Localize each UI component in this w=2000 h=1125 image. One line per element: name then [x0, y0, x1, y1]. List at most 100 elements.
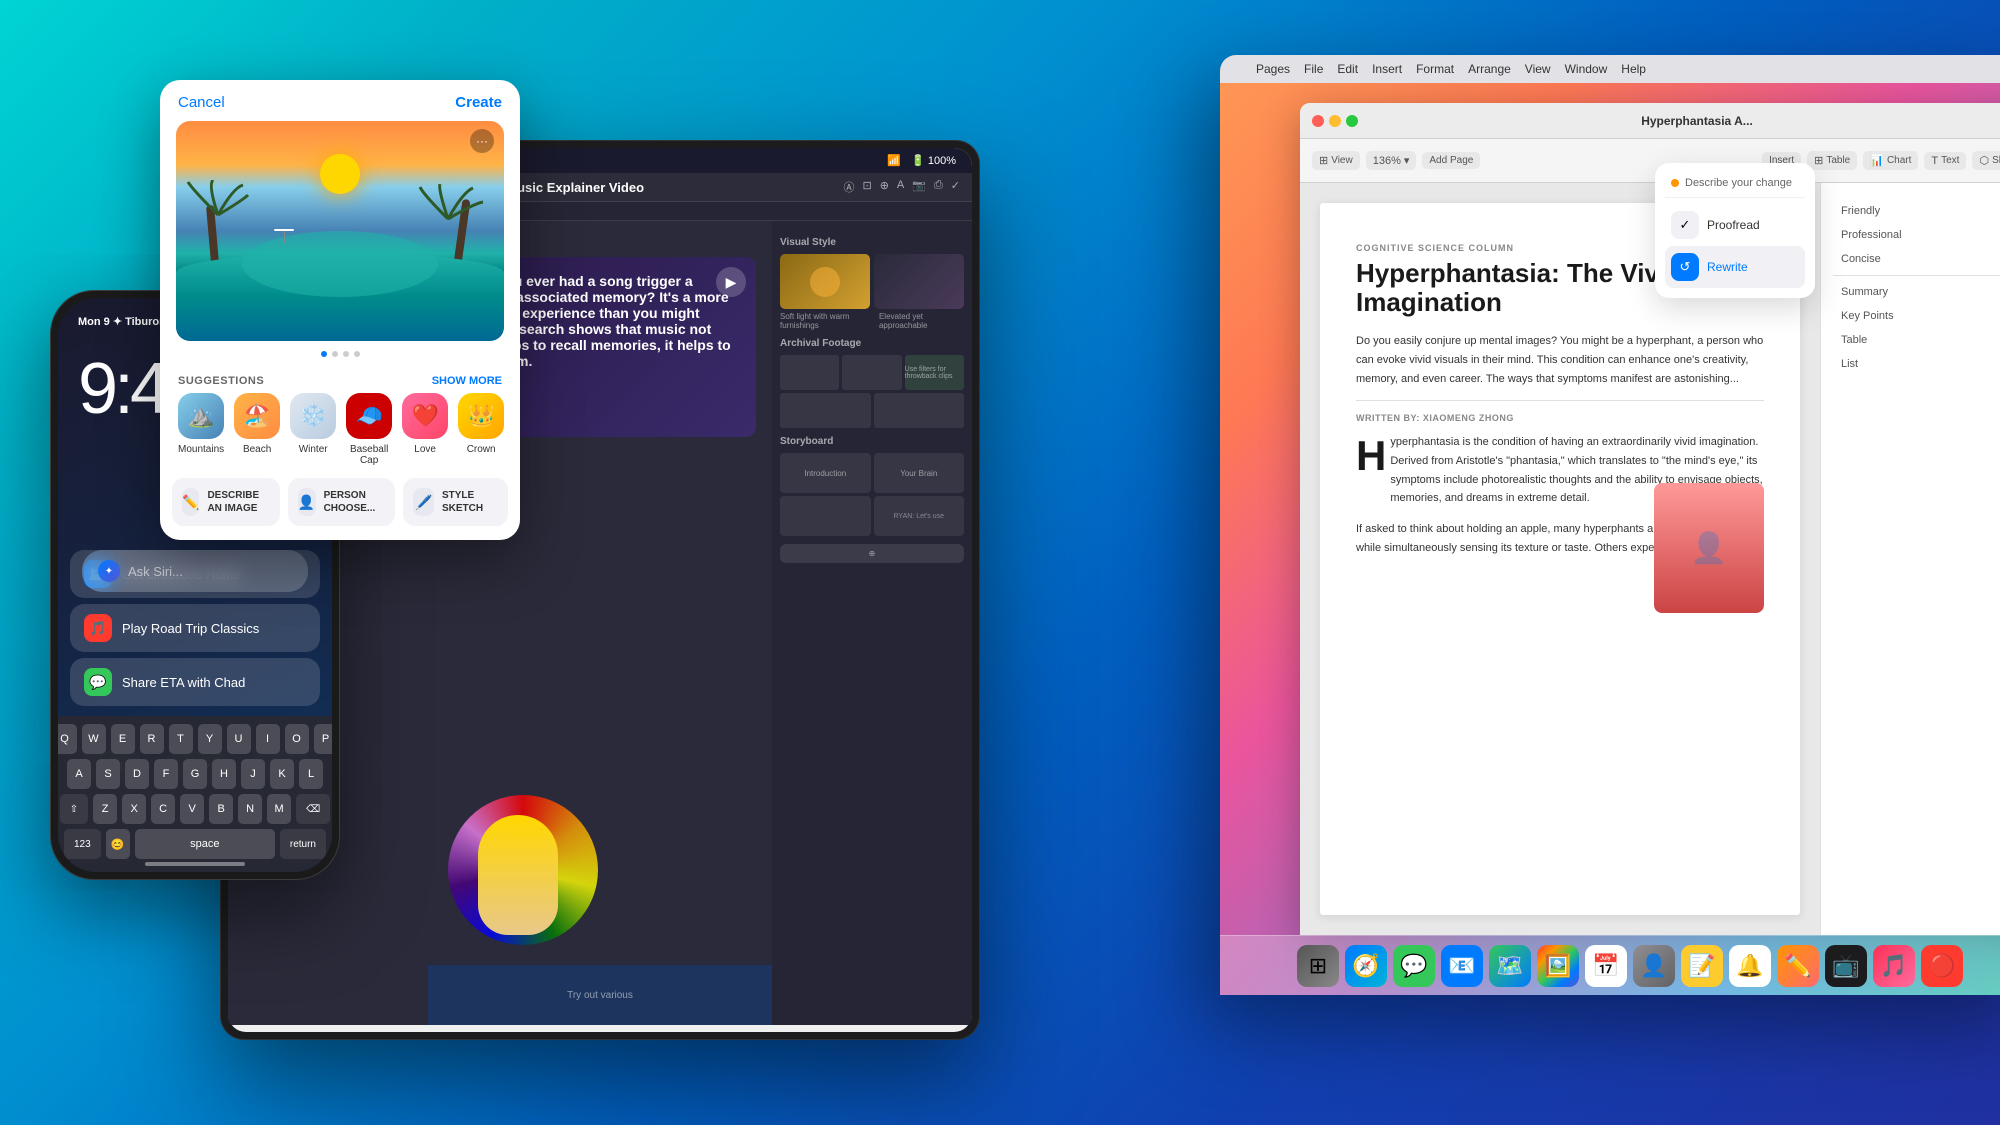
menu-view[interactable]: View [1525, 62, 1551, 76]
key-a[interactable]: A [67, 759, 91, 789]
key-u[interactable]: U [227, 724, 251, 754]
dot-2[interactable] [332, 351, 338, 357]
key-p[interactable]: P [314, 724, 333, 754]
suggestion-share-eta[interactable]: 💬 Share ETA with Chad [70, 658, 320, 706]
key-q[interactable]: Q [58, 724, 77, 754]
sidebar-key-points[interactable]: Key Points [1833, 304, 2000, 328]
siri-search-bar[interactable]: ✦ Ask Siri... [82, 550, 308, 592]
wt-rewrite-btn[interactable]: ↺ Rewrite [1665, 246, 1805, 288]
chip-mountains[interactable]: ⛰️ Mountains [178, 393, 224, 466]
add-page-btn[interactable]: Add Page [1422, 152, 1480, 169]
footage-cell-2[interactable] [842, 355, 901, 390]
storyboard-cell-4[interactable]: RYAN: Let's use [874, 496, 965, 536]
show-more-button[interactable]: SHOW MORE [432, 375, 502, 387]
key-c[interactable]: C [151, 794, 175, 824]
key-m[interactable]: M [267, 794, 291, 824]
menu-help[interactable]: Help [1621, 62, 1646, 76]
person-choose-button[interactable]: 👤 PERSON CHOOSE... [288, 478, 396, 526]
key-e[interactable]: E [111, 724, 135, 754]
ipad-tool-5[interactable]: 📷 [912, 179, 926, 195]
dock-music-icon[interactable]: 🎵 [1873, 945, 1915, 987]
dock-contacts-icon[interactable]: 👤 [1633, 945, 1675, 987]
key-shift[interactable]: ⇧ [60, 794, 88, 824]
suggestion-music[interactable]: 🎵 Play Road Trip Classics [70, 604, 320, 652]
play-button-icon[interactable]: ▶ [716, 267, 746, 297]
key-r[interactable]: R [140, 724, 164, 754]
storyboard-cell-2[interactable]: Your Brain [874, 453, 965, 493]
describe-image-button[interactable]: ✏️ DESCRIBE AN IMAGE [172, 478, 280, 526]
table-tool-btn[interactable]: ⊞ Table [1807, 151, 1857, 170]
key-123[interactable]: 123 [64, 829, 101, 859]
ipad-tool-4[interactable]: A [897, 179, 904, 195]
key-n[interactable]: N [238, 794, 262, 824]
dot-1[interactable] [321, 351, 327, 357]
dock-freeform-icon[interactable]: ✏️ [1777, 945, 1819, 987]
key-o[interactable]: O [285, 724, 309, 754]
dock-messages-icon[interactable]: 💬 [1393, 945, 1435, 987]
key-h[interactable]: H [212, 759, 236, 789]
ipad-tool-3[interactable]: ⊕ [880, 179, 889, 195]
chip-crown[interactable]: 👑 Crown [458, 393, 504, 466]
sidebar-table[interactable]: Table [1833, 328, 2000, 352]
chip-winter[interactable]: ❄️ Winter [290, 393, 336, 466]
picker-more-button[interactable]: ··· [470, 129, 494, 153]
chart-tool-btn[interactable]: 📊 Chart [1863, 151, 1918, 170]
ipad-more-btn[interactable]: ✓ [951, 179, 960, 195]
storyboard-btn[interactable]: ⊕ [780, 544, 964, 563]
style-sketch-button[interactable]: 🖊️ STYLE SKETCH [403, 478, 508, 526]
sidebar-friendly[interactable]: Friendly [1833, 199, 2000, 223]
chip-baseball-cap[interactable]: 🧢 Baseball Cap [346, 393, 392, 466]
text-tool-btn[interactable]: T Text [1924, 152, 1966, 170]
dock-photos-icon[interactable]: 🖼️ [1537, 945, 1579, 987]
sidebar-professional[interactable]: Professional [1833, 223, 2000, 247]
ipad-tool-2[interactable]: ⊡ [862, 179, 871, 195]
dot-4[interactable] [354, 351, 360, 357]
shape-tool-btn[interactable]: ⬡ Shape [1972, 151, 2000, 170]
visual-style-thumb-1[interactable] [780, 254, 870, 309]
menu-arrange[interactable]: Arrange [1468, 62, 1511, 76]
key-emoji[interactable]: 😊 [106, 829, 130, 859]
key-return[interactable]: return [280, 829, 326, 859]
dock-safari-icon[interactable]: 🧭 [1345, 945, 1387, 987]
key-space[interactable]: space [135, 829, 275, 859]
minimize-button[interactable] [1329, 115, 1341, 127]
view-tool-btn[interactable]: ⊞ View [1312, 151, 1360, 170]
key-v[interactable]: V [180, 794, 204, 824]
dock-launchpad-icon[interactable]: ⊞ [1297, 945, 1339, 987]
key-l[interactable]: L [299, 759, 323, 789]
menu-pages[interactable]: Pages [1256, 62, 1290, 76]
key-j[interactable]: J [241, 759, 265, 789]
key-w[interactable]: W [82, 724, 106, 754]
key-backspace[interactable]: ⌫ [296, 794, 330, 824]
dock-extra-icon[interactable]: 🔴 [1921, 945, 1963, 987]
close-button[interactable] [1312, 115, 1324, 127]
sidebar-list[interactable]: List [1833, 352, 2000, 376]
footage-cell-3[interactable]: Use filters for throwback clips [905, 355, 964, 390]
dock-mail-icon[interactable]: 📧 [1441, 945, 1483, 987]
key-d[interactable]: D [125, 759, 149, 789]
sidebar-concise[interactable]: Concise [1833, 247, 2000, 271]
key-x[interactable]: X [122, 794, 146, 824]
ipad-share-btn[interactable]: ⎙ [934, 179, 943, 195]
menu-file[interactable]: File [1304, 62, 1323, 76]
dot-3[interactable] [343, 351, 349, 357]
key-z[interactable]: Z [93, 794, 117, 824]
dock-calendar-icon[interactable]: 📅 [1585, 945, 1627, 987]
menu-format[interactable]: Format [1416, 62, 1454, 76]
menu-window[interactable]: Window [1565, 62, 1608, 76]
key-i[interactable]: I [256, 724, 280, 754]
key-g[interactable]: G [183, 759, 207, 789]
storyboard-cell-3[interactable] [780, 496, 871, 536]
key-s[interactable]: S [96, 759, 120, 789]
picker-cancel-button[interactable]: Cancel [178, 94, 225, 111]
key-t[interactable]: T [169, 724, 193, 754]
chip-love[interactable]: ❤️ Love [402, 393, 448, 466]
zoom-tool-btn[interactable]: 136% ▾ [1366, 151, 1417, 170]
dock-reminders-icon[interactable]: 🔔 [1729, 945, 1771, 987]
chip-beach[interactable]: 🏖️ Beach [234, 393, 280, 466]
footage-cell-4[interactable] [780, 393, 871, 428]
wt-proofread-btn[interactable]: ✓ Proofread [1665, 204, 1805, 246]
key-b[interactable]: B [209, 794, 233, 824]
ipad-tool-1[interactable]: Ⓐ [843, 179, 854, 195]
key-k[interactable]: K [270, 759, 294, 789]
